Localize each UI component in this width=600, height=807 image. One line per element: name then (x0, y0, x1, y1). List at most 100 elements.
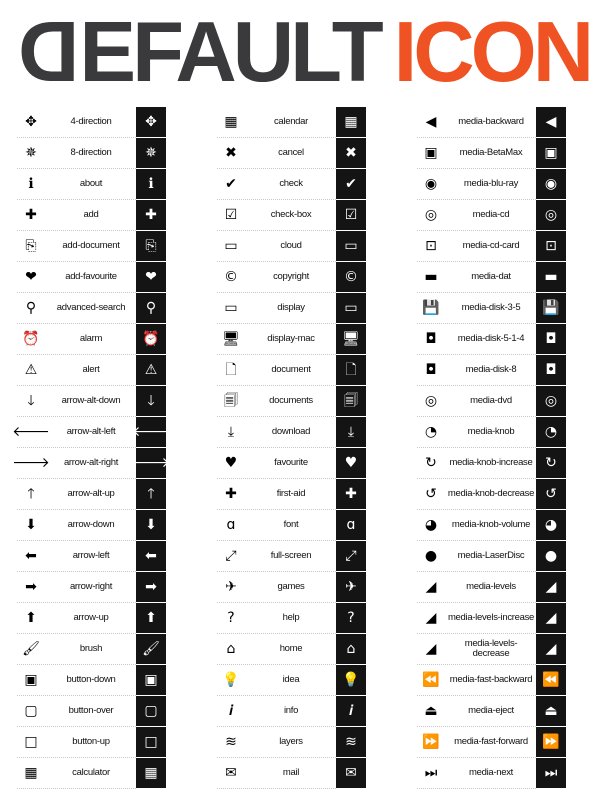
icon-label: full-screen (270, 549, 312, 561)
icon-row-arrow-alt-left: 🡐 arrow-alt-left 🡐 (12, 417, 170, 448)
icon-glyph: 💾 (422, 300, 440, 316)
calendar-inverted-icon: ▦ (344, 114, 358, 130)
icon-label: media-disk-3-5 (461, 301, 521, 313)
media-eject-icon: ⏏ (421, 696, 441, 726)
icon-label: first-aid (276, 487, 306, 499)
arrow-up-icon: ⬆ (21, 603, 41, 633)
icon-glyph: ▦ (24, 765, 38, 781)
icon-glyph: ✔ (225, 176, 237, 192)
icon-row-full-screen: ⤢ full-screen ⤢ (217, 541, 366, 572)
button-over-inverted-icon: ▢ (144, 703, 158, 719)
layers-inverted-icon: ≋ (345, 734, 357, 750)
inverted-icon-tile: ☑ (336, 200, 366, 231)
media-disk-3-5-icon: 💾 (421, 293, 441, 323)
icon-row-alert: ⚠ alert ⚠ (17, 355, 166, 386)
icon-glyph: ☑ (224, 207, 238, 223)
inverted-icon-tile: ✈ (336, 572, 366, 603)
icon-label: arrow-right (69, 580, 113, 592)
icon-glyph: 🗐 (224, 393, 238, 409)
inverted-icon-tile: ? (336, 603, 366, 634)
icon-glyph: ▭ (224, 238, 238, 254)
icon-row-help: ? help? (217, 603, 366, 634)
icon-label: media-backward (458, 115, 524, 127)
inverted-icon-tile: ▦ (336, 107, 366, 138)
media-betamax-icon: ▣ (421, 138, 441, 168)
icon-label: media-cd (472, 208, 510, 220)
icon-row-games: ✈ games ✈ (217, 572, 366, 603)
icon-label: mail (282, 766, 300, 778)
media-levels-increase-icon: ◢ (421, 603, 441, 633)
icon-row-arrow-up: ⬆ arrow-up ⬆ (17, 603, 166, 634)
icon-row-idea: 💡 idea 💡 (217, 665, 366, 696)
download-inverted-icon: ⤓ (347, 424, 355, 440)
document-inverted-icon: 🗋 (345, 362, 357, 378)
inverted-icon-tile: ℹ (136, 169, 166, 200)
button-down-inverted-icon: ▣ (144, 672, 158, 688)
icon-label: calculator (72, 766, 110, 778)
icon-glyph: ⤓ (227, 424, 235, 440)
icon-row-info: 𝒊 info 𝒊 (217, 696, 366, 727)
icon-row-arrow-alt-up: 🡑 arrow-alt-up 🡑 (17, 479, 166, 510)
icon-label: media-knob-volume (451, 518, 531, 530)
icon-glyph: ⏭ (424, 765, 438, 781)
icon-row-arrow-left: ⬅ arrow-left ⬅ (17, 541, 166, 572)
icon-label: info (283, 704, 299, 716)
icon-label: alarm (79, 332, 103, 344)
icon-glyph: ◘ (425, 362, 437, 378)
icon-row-favourite: ♥ favourite ♥ (217, 448, 366, 479)
inverted-icon-tile: ✚ (336, 479, 366, 510)
inverted-icon-tile: ⏏ (536, 696, 566, 727)
icon-glyph: ⊡ (425, 238, 437, 254)
icon-row-check: ✔ check ✔ (217, 169, 366, 200)
icon-row-media-knob-volume: ◕ media-knob-volume ◕ (417, 510, 566, 541)
icon-glyph: ⌂ (226, 641, 236, 657)
media-next-inverted-icon: ⏭ (544, 765, 558, 781)
icon-glyph: ⬇ (25, 517, 37, 533)
icon-glyph: 🡐 (12, 424, 50, 440)
inverted-icon-tile: ⤢ (336, 541, 366, 572)
media-knob-icon: ◔ (421, 417, 441, 447)
media-laserdisc-icon: ● (421, 541, 441, 571)
media-eject-inverted-icon: ⏏ (544, 703, 558, 719)
icon-label: media-fast-backward (449, 673, 533, 685)
arrow-alt-left-icon: 🡐 (12, 417, 50, 447)
icon-row-media-cd: ◎ media-cd ◎ (417, 200, 566, 231)
icon-glyph: ≋ (225, 734, 237, 750)
icon-label: media-eject (468, 704, 514, 716)
icon-label: button-down (66, 673, 116, 685)
inverted-icon-tile: ⤓ (336, 417, 366, 448)
inverted-icon-tile: 🗐 (336, 386, 366, 417)
inverted-icon-tile: ✵ (136, 138, 166, 169)
favourite-heart-icon: ♥ (221, 448, 241, 478)
icon-column-2: ▦ calendar ▦ ✖ cancel ✖ ✔ check ✔ ☑ check-box ☑ ▭ clo… (217, 107, 366, 789)
arrow-right-inverted-icon: ➡ (145, 579, 157, 595)
first-aid-cross-icon: ✚ (221, 479, 241, 509)
font-inverted-icon: ɑ (346, 517, 356, 533)
about-bubble-inverted-icon: ℹ (148, 176, 154, 192)
icon-glyph: ❤ (25, 269, 37, 285)
icon-label: add-favourite (65, 270, 117, 282)
inverted-icon-tile: ⎘ (136, 231, 166, 262)
button-up-icon: □ (21, 727, 41, 757)
inverted-icon-tile: 𝒊 (336, 696, 366, 727)
add-document-icon: ⎘ (21, 231, 41, 261)
inverted-icon-tile: ⚠ (136, 355, 166, 386)
icon-column-1: ✥ 4-direction ✥ ✵ 8-direction ✵ ℹ about ℹ ✚ add ✚ ⎘ a… (12, 107, 170, 789)
about-bubble-icon: ℹ (21, 169, 41, 199)
home-icon: ⌂ (221, 634, 241, 664)
move-4-direction-icon: ✥ (21, 107, 41, 137)
icon-row-media-backward: ◀ media-backward ◀ (417, 107, 566, 138)
icon-glyph: ✈ (225, 579, 237, 595)
icon-glyph: ▣ (24, 672, 38, 688)
icon-glyph: ● (424, 548, 438, 564)
icon-glyph: ▬ (424, 269, 438, 285)
icon-glyph: ◎ (424, 207, 438, 223)
icon-column-3: ◀ media-backward ◀ ▣ media-BetaMax ▣ ◉ media-bl… (417, 107, 566, 789)
inverted-icon-tile: 🡐 (132, 417, 170, 448)
icon-glyph: ▢ (24, 703, 38, 719)
icon-label: arrow-alt-right (63, 456, 119, 468)
icon-row-button-over: ▢ button-over ▢ (17, 696, 166, 727)
icon-label: media-disk-8 (465, 363, 517, 375)
icon-row-button-up: □ button-up □ (17, 727, 166, 758)
inverted-icon-tile: ✚ (136, 200, 166, 231)
